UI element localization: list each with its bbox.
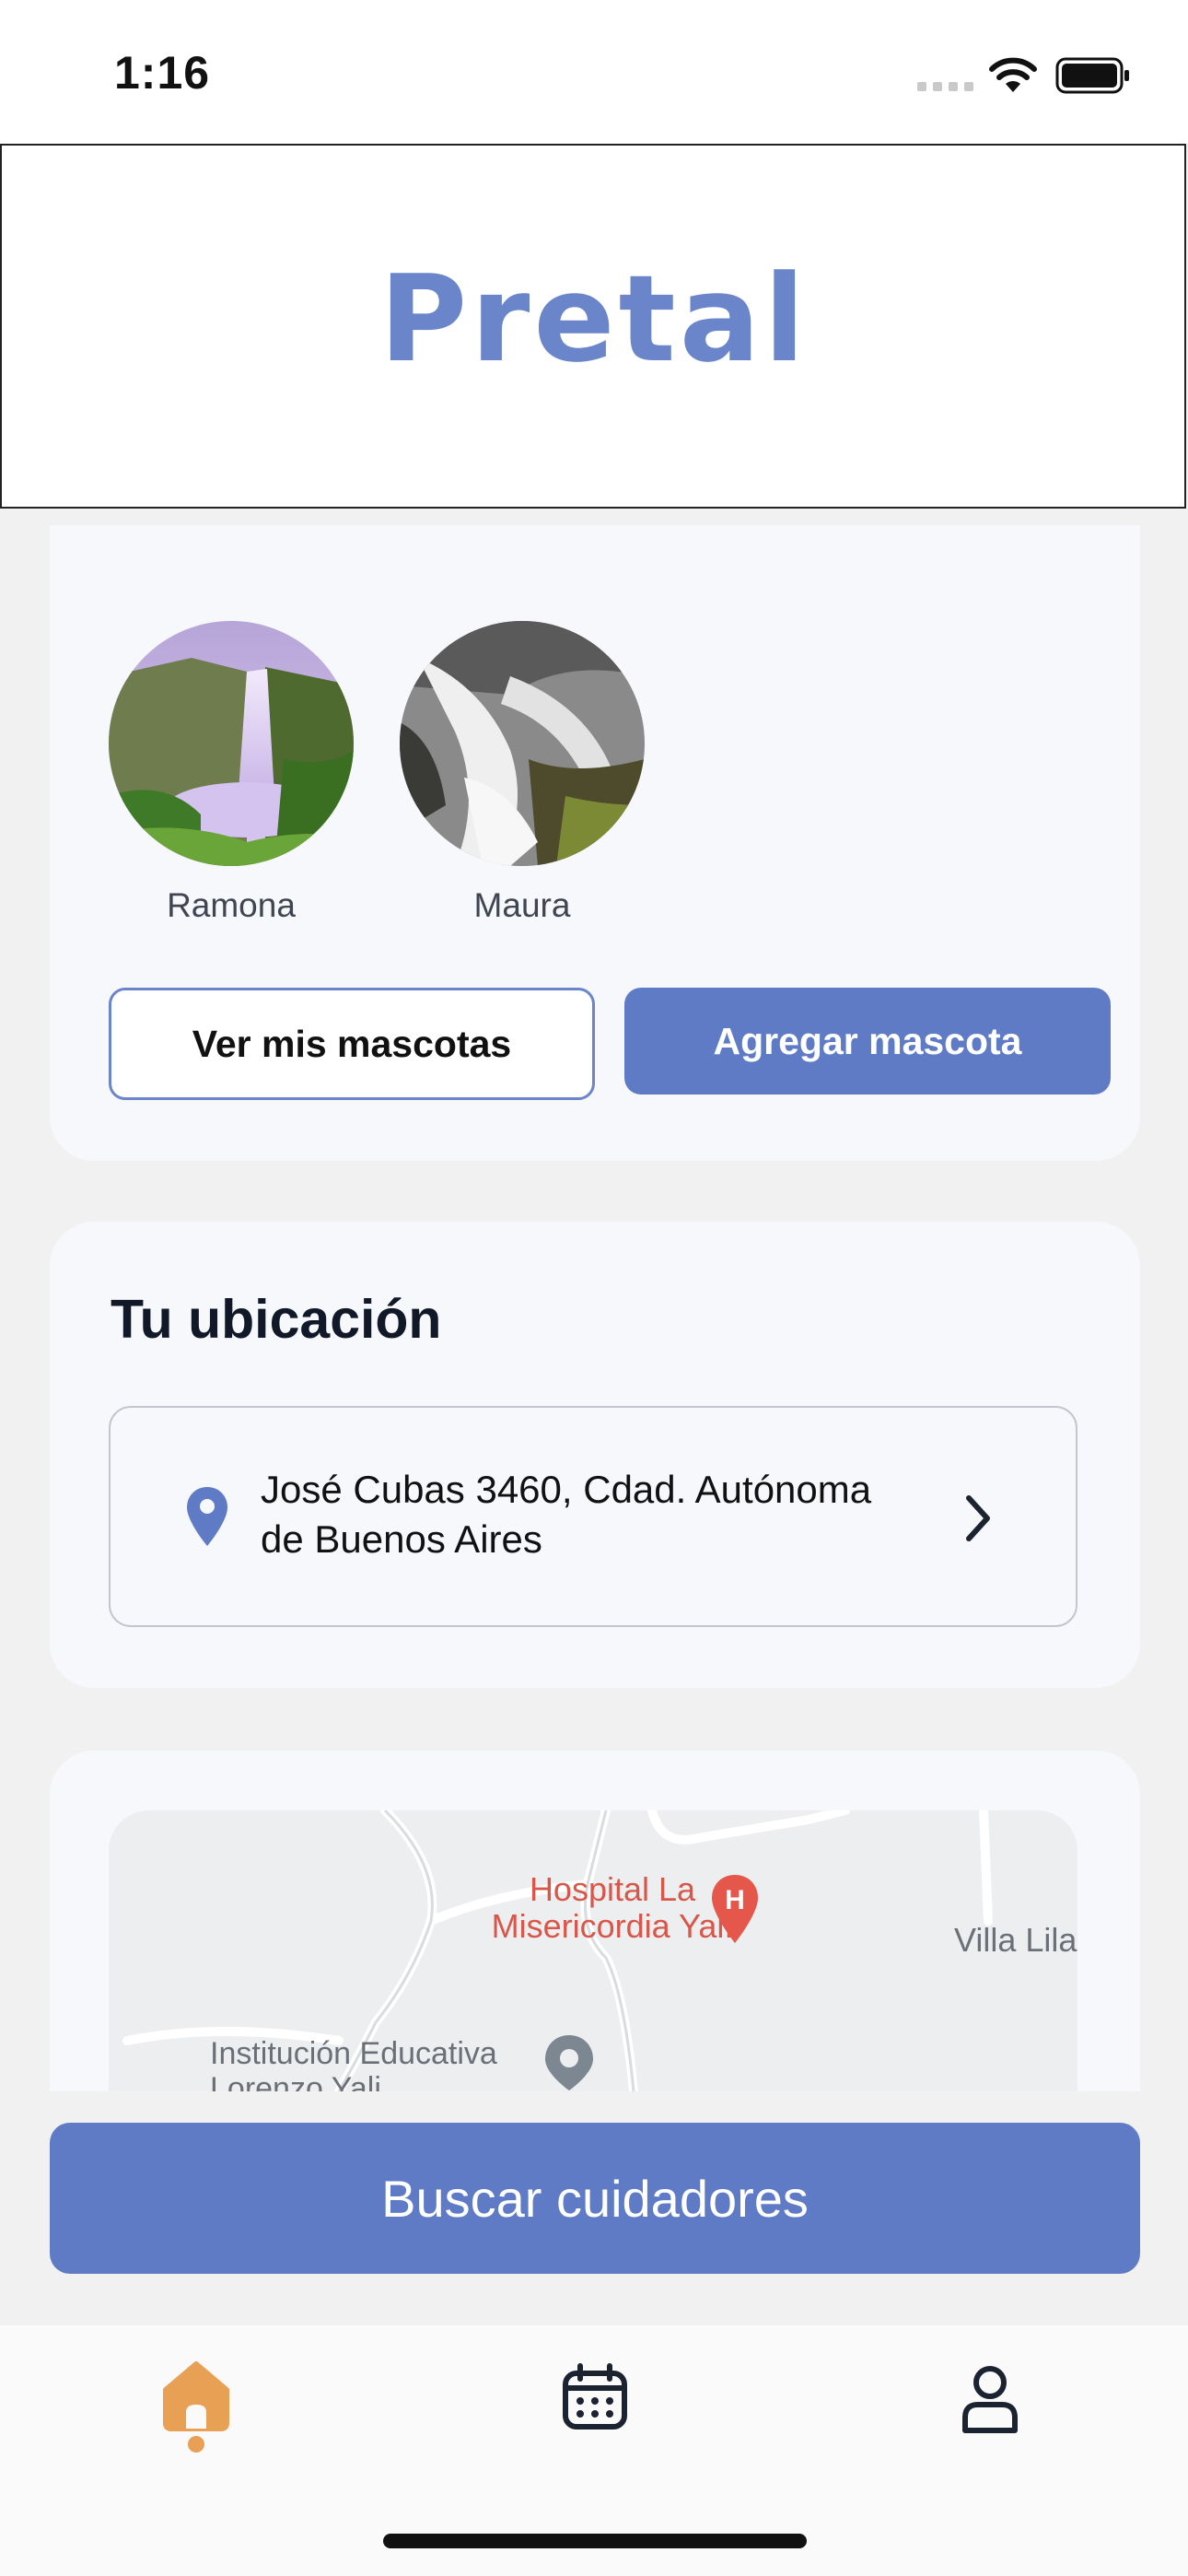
- map-view[interactable]: Hospital La Misericordia Yalí H Villa Li…: [109, 1810, 1077, 2091]
- chevron-right-icon: [966, 1495, 990, 1541]
- tab-home[interactable]: [157, 2355, 236, 2456]
- pet-avatar[interactable]: [109, 621, 354, 866]
- pet-name: Maura: [473, 886, 571, 924]
- view-pets-button[interactable]: Ver mis mascotas: [109, 988, 595, 1100]
- map-label: Lorenzo Yali: [210, 2071, 381, 2091]
- svg-text:H: H: [725, 1885, 745, 1915]
- add-pet-button[interactable]: Agregar mascota: [624, 988, 1111, 1095]
- map-poi-villa: Villa Lila: [954, 1921, 1077, 1959]
- pet-avatar[interactable]: [400, 621, 645, 866]
- home-indicator: [383, 2534, 807, 2548]
- school-pin-icon: [545, 2035, 593, 2090]
- tab-calendar[interactable]: [560, 2362, 630, 2432]
- location-title: Tu ubicación: [111, 1289, 442, 1350]
- cellular-signal-icon: [917, 82, 973, 91]
- pet-name: Ramona: [167, 886, 296, 924]
- user-icon: [962, 2366, 1018, 2433]
- status-time: 1:16: [114, 47, 211, 99]
- map-poi-school: Institución Educativa Lorenzo Yali: [210, 2036, 497, 2091]
- pet-photo-maura: [400, 621, 645, 866]
- search-caregivers-button[interactable]: Buscar cuidadores: [50, 2123, 1140, 2274]
- address-text: José Cubas 3460, Cdad. Autónoma de Bueno…: [261, 1465, 970, 1564]
- status-bar: 1:16: [0, 0, 1188, 144]
- home-icon: [163, 2361, 229, 2453]
- location-pin-icon: [187, 1487, 227, 1546]
- pet-photo-ramona: [109, 621, 354, 866]
- app-logo: Pretal: [379, 249, 809, 389]
- calendar-icon: [563, 2363, 627, 2430]
- wifi-icon: [989, 57, 1037, 92]
- tab-profile[interactable]: [958, 2364, 1022, 2434]
- map-label: Institución Educativa: [210, 2036, 497, 2071]
- hospital-pin-icon: H: [712, 1875, 758, 1943]
- address-line: de Buenos Aires: [261, 1517, 542, 1561]
- address-line: José Cubas 3460, Cdad. Autónoma: [261, 1468, 872, 1511]
- battery-icon: [1055, 57, 1129, 94]
